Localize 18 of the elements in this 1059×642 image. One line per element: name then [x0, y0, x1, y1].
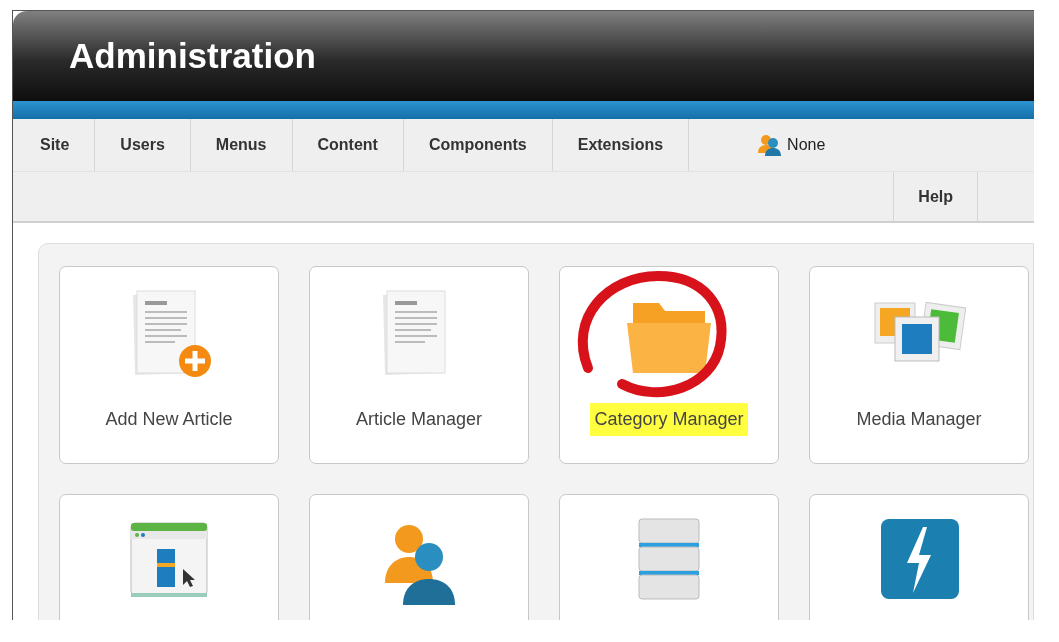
- header-title: Administration: [69, 35, 316, 77]
- quick-icon-label: Category Manager: [590, 403, 748, 436]
- quick-icon-label: Article Manager: [354, 408, 484, 431]
- quick-icon-card[interactable]: Article Manager: [309, 266, 529, 464]
- users-icon: [757, 134, 784, 156]
- quick-icon-label: Add New Article: [104, 408, 234, 431]
- menu-tab[interactable]: Menus: [190, 119, 293, 171]
- menu-tab[interactable]: Content: [292, 119, 404, 171]
- quick-icon-card[interactable]: Add New Article: [59, 266, 279, 464]
- quick-icon-card[interactable]: Category Manager: [559, 266, 779, 464]
- user-status-text: None: [787, 135, 826, 155]
- quick-icon-card[interactable]: Media Manager: [809, 266, 1029, 464]
- quick-icon-label: Media Manager: [855, 408, 983, 431]
- menu-tab[interactable]: Components: [403, 119, 553, 171]
- menu-tab[interactable]: Site: [13, 119, 96, 171]
- menu-tab[interactable]: Users: [95, 119, 191, 171]
- menu-tab[interactable]: Help: [893, 172, 978, 222]
- menu-tab[interactable]: Extensions: [552, 119, 690, 171]
